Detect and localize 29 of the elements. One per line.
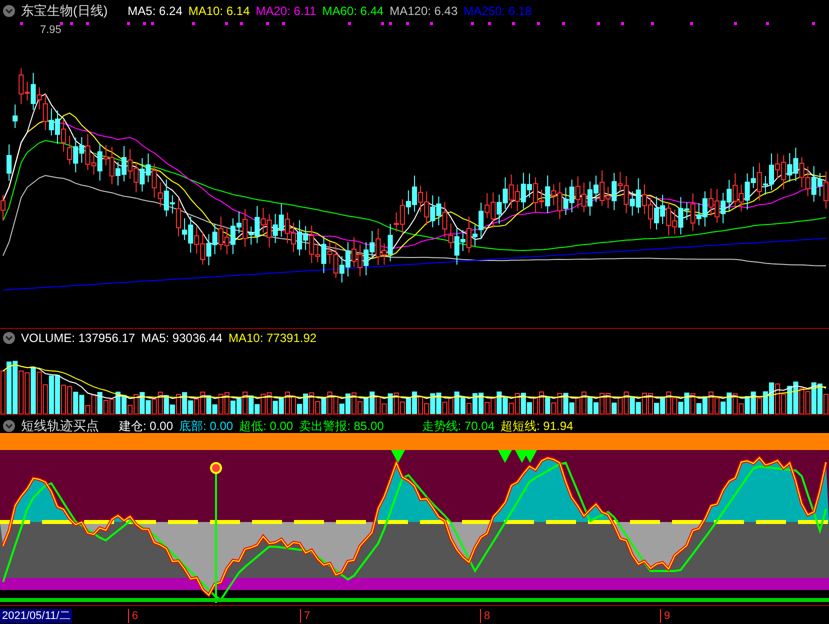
indicator-value: 底部: 0.00 [179,418,234,434]
indicator-value: MA20: 6.11 [256,4,316,18]
panel-title: 东宝生物(日线) [21,2,108,20]
indicator-value: MA250: 6.18 [464,4,532,18]
chevron-down-icon[interactable] [3,420,15,432]
time-axis-label: 8 [480,609,490,623]
indicator-value: 走势线: 70.04 [422,418,494,434]
time-axis-label: 6 [128,609,138,623]
price-high-label: 7.95 [40,24,62,36]
time-axis-label: 7 [300,609,310,623]
indicator-value: MA5: 6.24 [128,4,182,18]
sell-signal-triangle [523,450,537,463]
indicator-value: MA10: 77391.92 [228,331,317,345]
indicator-value: MA10: 6.14 [188,4,250,18]
chevron-down-icon[interactable] [3,5,15,17]
indicator-value: 卖出警报: 85.00 [299,418,384,434]
sell-signal-triangle [498,450,512,463]
chevron-down-icon[interactable] [3,332,15,344]
indicator-value: 超低: 0.00 [239,418,294,434]
indicator-value: MA5: 93036.44 [141,331,222,345]
indicator-value: MA60: 6.44 [322,4,384,18]
indicator-value: 超短线: 91.94 [500,418,574,434]
time-axis-label: 9 [660,609,670,623]
panel-title: 短线轨迹买点 [21,417,99,435]
indicator-value: 建仓: 0.00 [119,418,174,434]
indicator-value: VOLUME: 137956.17 [21,331,136,345]
sell-signal-triangle [391,450,405,463]
indicator-value: MA120: 6.43 [390,4,458,18]
time-axis-label: 2021/05/11/二 [0,609,72,623]
